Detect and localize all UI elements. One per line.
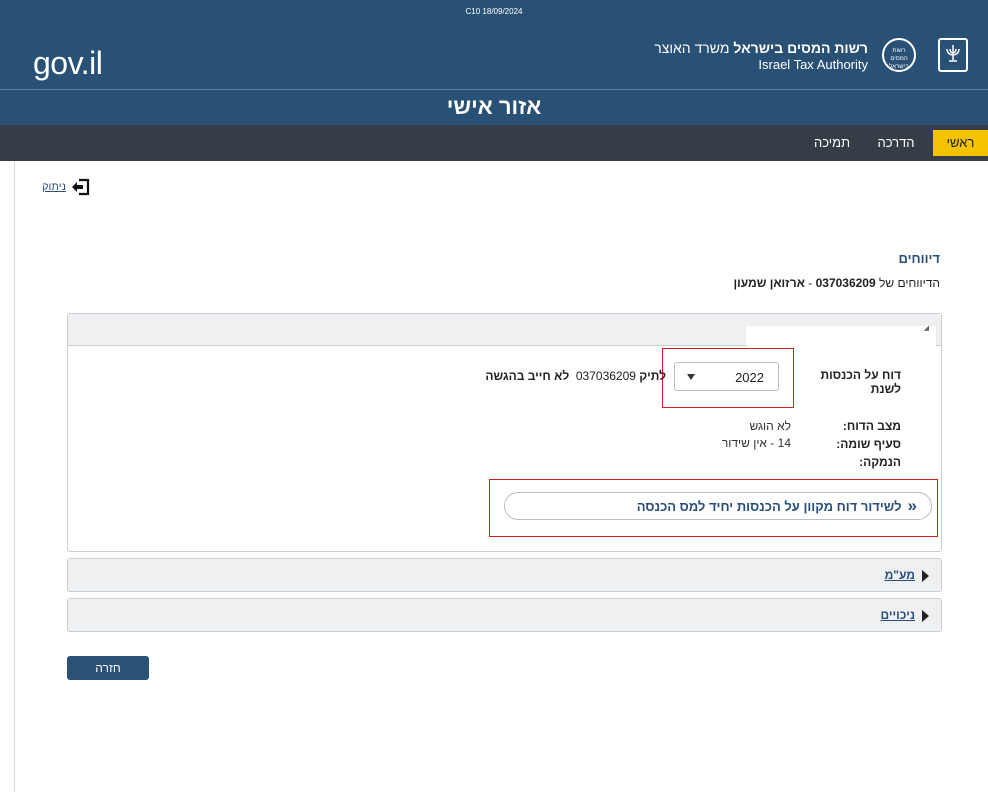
authority-name-hebrew: רשות המסים בישראל (733, 40, 868, 56)
status-value: לא הוגש (749, 419, 791, 433)
top-header: C10 18/09/2024 gov.il רשות המסים בישראל … (0, 0, 988, 125)
income-report-panel-header[interactable]: ◢ (68, 314, 941, 346)
reports-subtitle-sep: - (808, 276, 813, 290)
reports-taxpayer-name: ארזואן שמעון (733, 276, 805, 290)
page-title: אזור אישי (446, 94, 542, 119)
tax-authority-emblem-icon: רשות המסים בישראל (882, 38, 916, 72)
reports-file-number: 037036209 (815, 276, 876, 290)
emblem-text: רשות המסים בישראל (889, 48, 909, 70)
caret-left-icon (922, 570, 929, 582)
logout-link-wrap[interactable]: ניתוק (42, 178, 90, 196)
collapse-icon[interactable]: ◢ (924, 324, 929, 332)
govil-logo[interactable]: gov.il (33, 43, 103, 83)
chevron-down-icon (687, 374, 695, 380)
ministry-name: משרד האוצר (654, 40, 730, 56)
accordion-vat[interactable]: מע"מ (67, 558, 942, 592)
nav-item-guide[interactable]: הדרכה (868, 125, 924, 161)
caret-left-icon (922, 610, 929, 622)
year-select[interactable]: 2022 (674, 362, 779, 391)
accordion-vat-title[interactable]: מע"מ (885, 568, 915, 582)
panel-header-tab (746, 326, 936, 346)
reason-label: הנמקה: (859, 455, 901, 469)
obligation-status: לא חייב בהגשה (485, 369, 570, 383)
status-label: מצב הדוח: (842, 419, 901, 433)
reports-title: דיווחים (898, 251, 940, 266)
main-nav: ראשי הדרכה תמיכה (0, 125, 988, 161)
income-report-panel: ◢ דוח על הכנסות לשנת 2022 לתיק 037036209… (67, 313, 942, 552)
double-chevron-left-icon: « (907, 496, 917, 515)
reports-subtitle: הדיווחים של 037036209 - ארזואן שמעון (734, 276, 941, 290)
nav-item-home[interactable]: ראשי (933, 130, 988, 156)
file-number: 037036209 (575, 369, 636, 383)
file-info: לתיק 037036209 לא חייב בהגשה (318, 369, 666, 383)
release-version: C10 18/09/2024 (465, 7, 523, 16)
year-select-highlight: 2022 (662, 348, 794, 408)
header-divider (0, 89, 988, 90)
accordion-deductions[interactable]: ניכויים (67, 598, 942, 632)
online-report-submit-button[interactable]: « לשידור דוח מקוון על הכנסות יחיד למס הכנ… (504, 492, 932, 520)
back-button[interactable]: חזרה (67, 656, 149, 680)
nav-item-support[interactable]: תמיכה (804, 125, 860, 161)
reports-subtitle-prefix: הדיווחים של (879, 276, 940, 290)
clause-value: 14 - אין שידור (721, 436, 791, 450)
submit-label: לשידור דוח מקוון על הכנסות יחיד למס הכנס… (636, 499, 902, 514)
clause-label: סעיף שומה: (836, 437, 901, 451)
accordion-deductions-title[interactable]: ניכויים (881, 608, 915, 622)
logout-icon[interactable] (70, 178, 90, 196)
tax-authority-name: רשות המסים בישראל משרד האוצר Israel Tax … (654, 40, 868, 73)
file-label: לתיק (639, 369, 666, 383)
year-label: דוח על הכנסות לשנת (820, 368, 902, 396)
authority-name-english: Israel Tax Authority (758, 57, 868, 72)
logout-link[interactable]: ניתוק (42, 181, 66, 193)
year-select-value: 2022 (735, 370, 764, 385)
state-emblem-icon (938, 38, 968, 72)
submit-highlight: « לשידור דוח מקוון על הכנסות יחיד למס הכנ… (489, 479, 938, 537)
